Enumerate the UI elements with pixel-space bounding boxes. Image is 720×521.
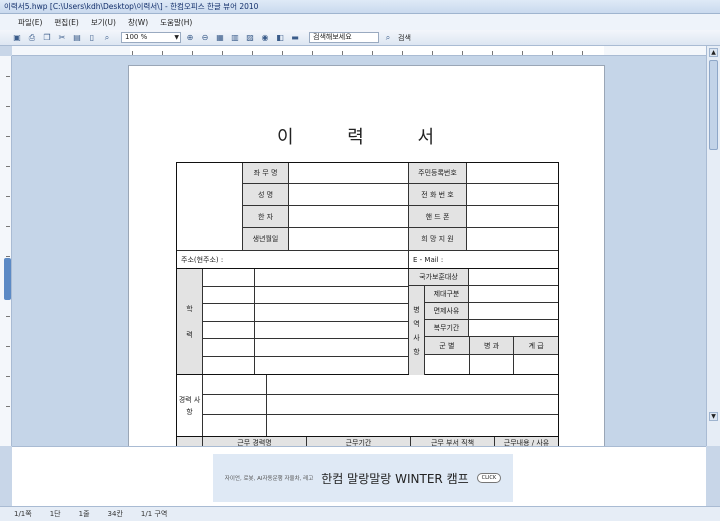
label-career: 경력 사항 <box>177 375 203 436</box>
label-desired: 희 망 지 원 <box>409 228 467 250</box>
two-page-icon[interactable]: ▥ <box>230 33 240 43</box>
zoom-in-icon[interactable]: ⊕ <box>185 33 195 43</box>
label-rank: 계 급 <box>514 337 559 354</box>
label-name: 좌 무 명 <box>243 163 289 183</box>
label-phone: 전 화 번 호 <box>409 184 467 205</box>
menu-bar: 파일(E) 편집(E) 보기(U) 창(W) 도움말(H) <box>0 14 720 30</box>
menu-window[interactable]: 창(W) <box>128 17 148 28</box>
label-specialty: 병 과 <box>469 337 515 354</box>
window-title: 이력서5.hwp [C:\Users\kdh\Desktop\이력서\] - 한… <box>4 2 259 11</box>
horizontal-ruler <box>12 46 706 56</box>
photo-cell <box>177 163 243 250</box>
ad-banner[interactable]: 자이언, 로봇, AI자동운행 자율차, 레고 한컴 말랑말랑 WINTER 캠… <box>213 454 513 502</box>
label-mobile: 핸 드 폰 <box>409 206 467 227</box>
search-doc-icon[interactable]: ⌕ <box>102 33 112 43</box>
label-email: E - Mail : <box>413 255 444 264</box>
search-input[interactable]: 검색해보세요 <box>309 32 379 43</box>
status-page: 1/1쪽 <box>14 510 32 518</box>
status-bar: 1/1쪽 1단 1줄 34칸 1/1 구역 <box>0 506 720 521</box>
label-discharge: 제대구분 <box>425 286 469 302</box>
label-birthdate: 생년월일 <box>243 228 289 250</box>
vertical-scrollbar[interactable]: ▲ ▼ <box>706 46 720 446</box>
view-icon[interactable]: ▤ <box>72 33 82 43</box>
label-service-period: 복무기간 <box>425 320 469 336</box>
browser-icon[interactable]: ◉ <box>260 33 270 43</box>
status-section: 1단 <box>49 510 61 518</box>
toolbar: ▣ ⎙ ❐ ✂ ▤ ▯ ⌕ 100 % ▼ ⊕ ⊖ ▦ ▥ ▨ ◉ ◧ ▬ 검색… <box>0 30 720 46</box>
search-icon[interactable]: ⌕ <box>383 33 393 43</box>
image-icon[interactable]: ▨ <box>245 33 255 43</box>
ad-click-button[interactable]: CLICK <box>476 473 502 483</box>
label-address: 주소(현주소) : <box>177 251 409 268</box>
resume-form: 좌 무 명 주민등록번호 성 명 전 화 번 호 한 자 핸 드 폰 생년월일 … <box>176 162 559 446</box>
label-military: 병 역 사 항 <box>409 286 425 375</box>
label-exemption: 면제사유 <box>425 303 469 319</box>
document-title: 이 력 서 <box>276 127 459 148</box>
search-placeholder: 검색해보세요 <box>313 33 352 41</box>
side-panel-tab[interactable] <box>4 258 11 300</box>
print-icon[interactable]: ⎙ <box>27 33 37 43</box>
label-veteran: 국가보훈대상 <box>409 269 469 285</box>
menu-view[interactable]: 보기(U) <box>91 17 116 28</box>
menu-edit[interactable]: 편집(E) <box>54 17 78 28</box>
title-bar: 이력서5.hwp [C:\Users\kdh\Desktop\이력서\] - 한… <box>0 0 720 14</box>
toggle-icon[interactable]: ◧ <box>275 33 285 43</box>
ad-subtext: 자이언, 로봇, AI자동운행 자율차, 레고 <box>224 476 314 482</box>
menu-help[interactable]: 도움말(H) <box>160 17 192 28</box>
status-area: 1/1 구역 <box>140 510 168 518</box>
label-career-position: 근무 부서 직책 <box>411 437 495 446</box>
search-button[interactable]: 검색 <box>398 33 411 43</box>
scroll-down-icon[interactable]: ▼ <box>709 412 718 421</box>
zoom-out-icon[interactable]: ⊖ <box>200 33 210 43</box>
label-branch: 군 별 <box>425 337 470 354</box>
menu-file[interactable]: 파일(E) <box>18 17 42 28</box>
status-line: 1줄 <box>78 510 90 518</box>
document-workspace: 이 력 서 좌 무 명 주민등록번호 성 명 전 화 번 호 한 자 핸 드 폰… <box>12 56 706 446</box>
label-career-period: 근무기간 <box>307 437 411 446</box>
status-col: 34칸 <box>107 510 123 518</box>
zoom-value: 100 % <box>125 33 148 41</box>
ad-headline: 한컴 말랑말랑 WINTER 캠프 <box>321 471 469 486</box>
naver-icon[interactable]: ▬ <box>290 33 300 43</box>
page-icon[interactable]: ▯ <box>87 33 97 43</box>
label-fullname: 성 명 <box>243 184 289 205</box>
label-education: 학 력 <box>177 269 203 374</box>
chevron-down-icon: ▼ <box>174 34 179 41</box>
scroll-up-icon[interactable]: ▲ <box>709 48 718 57</box>
ad-panel: 자이언, 로봇, AI자동운행 자율차, 레고 한컴 말랑말랑 WINTER 캠… <box>12 446 706 506</box>
label-id: 주민등록번호 <box>409 163 467 183</box>
copy-icon[interactable]: ❐ <box>42 33 52 43</box>
scroll-thumb[interactable] <box>709 60 718 150</box>
label-career-name: 근무 경력명 <box>203 437 307 446</box>
label-career-content: 근무내용 / 사유 <box>495 437 558 446</box>
label-hanja: 한 자 <box>243 206 289 227</box>
document-page: 이 력 서 좌 무 명 주민등록번호 성 명 전 화 번 호 한 자 핸 드 폰… <box>128 65 605 446</box>
scissors-icon[interactable]: ✂ <box>57 33 67 43</box>
vertical-ruler <box>0 56 12 446</box>
zoom-select[interactable]: 100 % ▼ <box>121 32 181 43</box>
open-folder-icon[interactable]: ▣ <box>12 33 22 43</box>
page-view-icon[interactable]: ▦ <box>215 33 225 43</box>
